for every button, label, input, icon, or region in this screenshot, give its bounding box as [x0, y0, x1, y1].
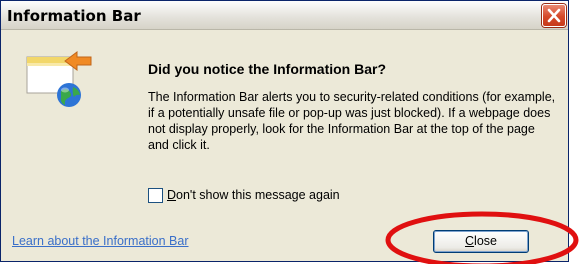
- information-bar-icon: [25, 47, 95, 119]
- close-button[interactable]: Close: [433, 230, 529, 253]
- dont-show-label[interactable]: Don't show this message again: [167, 188, 340, 202]
- information-bar-dialog: Information Bar Did you notice the Infor…: [0, 0, 569, 262]
- dont-show-checkbox[interactable]: [148, 188, 163, 203]
- window-title: Information Bar: [7, 7, 141, 25]
- close-icon[interactable]: [542, 4, 566, 27]
- title-bar: Information Bar: [1, 1, 568, 30]
- learn-about-link[interactable]: Learn about the Information Bar: [12, 234, 189, 248]
- dialog-heading: Did you notice the Information Bar?: [148, 61, 387, 77]
- description-text: The Information Bar alerts you to securi…: [148, 90, 556, 152]
